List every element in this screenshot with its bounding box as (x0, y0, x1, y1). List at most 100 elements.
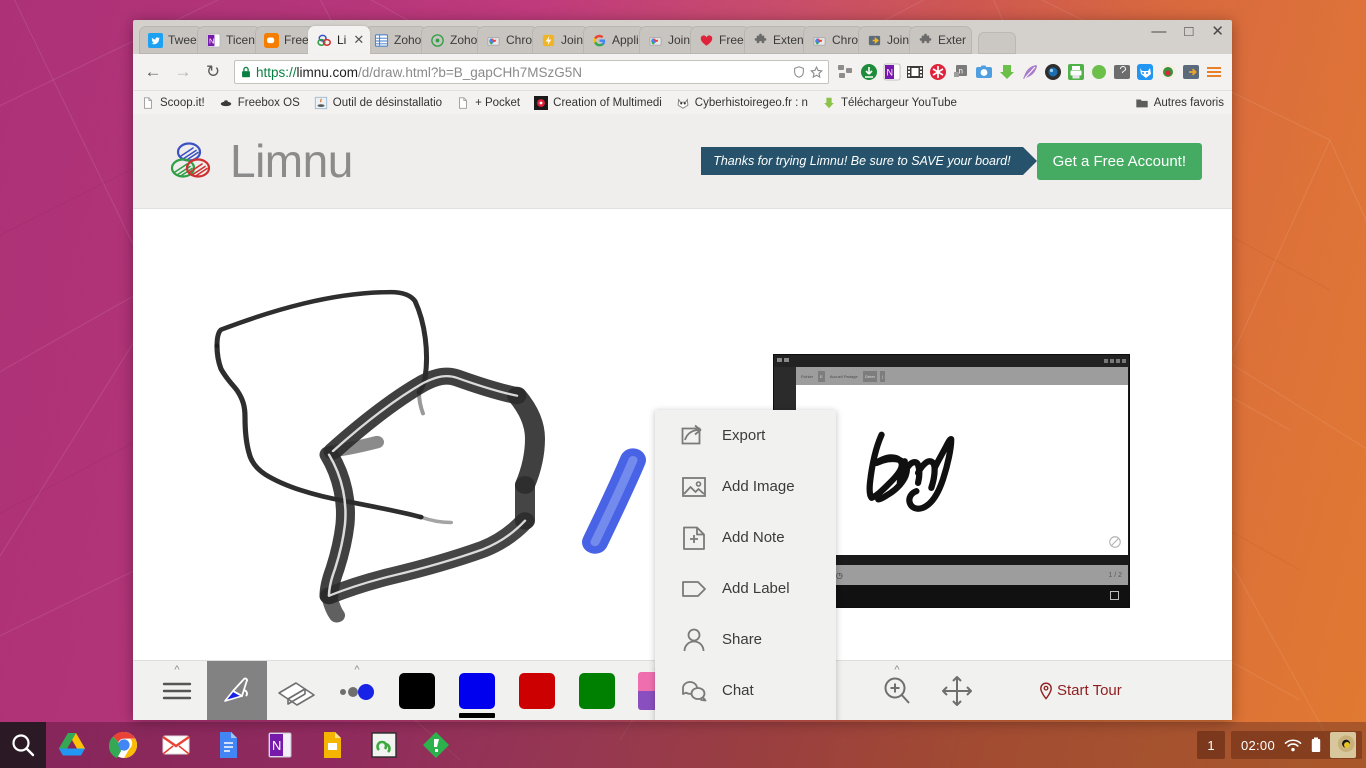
taskbar-google-drive[interactable] (46, 722, 98, 768)
minimize-button[interactable]: — (1151, 24, 1166, 39)
menu-item-add-note[interactable]: Add Note (655, 512, 836, 563)
battery-icon[interactable] (1311, 737, 1321, 753)
menu-icon[interactable] (1204, 62, 1224, 82)
reload-button[interactable]: ↻ (199, 58, 227, 86)
taskbar-google-slides[interactable] (306, 722, 358, 768)
taskbar-google-docs[interactable] (202, 722, 254, 768)
start-tour-button[interactable]: Start Tour (1039, 681, 1122, 700)
color-swatch[interactable] (579, 672, 615, 709)
taskbar-feedly[interactable] (410, 722, 462, 768)
color-black-button[interactable] (387, 661, 447, 721)
bookmark-item[interactable]: Creation of Multimedi (534, 95, 662, 110)
user-avatar[interactable] (1330, 732, 1356, 758)
avocode-icon[interactable] (1158, 62, 1178, 82)
tab-close-icon[interactable]: ✕ (354, 32, 365, 48)
browser-tab[interactable]: N Ticen (196, 26, 261, 54)
chevron-up-icon: ^ (174, 663, 180, 676)
browser-tab[interactable]: Twee (139, 26, 203, 54)
bookmark-item[interactable]: + Pocket (456, 96, 520, 110)
location-pin-icon (1040, 681, 1052, 700)
google-docs-icon (220, 732, 237, 758)
freebox-icon (220, 99, 231, 106)
browser-tab[interactable]: Exter (909, 26, 973, 54)
limnu-logo-text: Limnu (230, 135, 353, 187)
exit-door-icon[interactable] (1181, 62, 1201, 82)
pan-button[interactable] (927, 661, 987, 721)
bookmark-item[interactable]: Cyberhistoiregeo.fr : n (676, 96, 808, 110)
forward-button[interactable]: → (169, 58, 197, 86)
zoom-button[interactable]: ^ (867, 661, 927, 721)
feather-purple-icon[interactable] (1020, 62, 1040, 82)
browser-tab[interactable]: Free (254, 26, 315, 54)
menu-item-add-label[interactable]: Add Label (655, 563, 836, 614)
black-thick-stroke (319, 367, 545, 623)
browser-tab[interactable]: Appli (583, 26, 645, 54)
new-tab-button[interactable] (978, 32, 1017, 54)
svg-text:N: N (272, 738, 281, 753)
bookmark-item[interactable]: Freebox OS (219, 96, 300, 110)
download-arrow-green-icon[interactable] (997, 62, 1017, 82)
limnu-logo[interactable]: Limnu (165, 134, 353, 188)
taskbar-onenote[interactable]: N (254, 722, 306, 768)
onenote-icon[interactable]: N (882, 62, 902, 82)
color-swatch-selected[interactable] (459, 672, 495, 718)
bookmark-item[interactable]: Scoop.it! (141, 96, 205, 110)
brush-size-button[interactable]: ^ (327, 661, 387, 721)
get-free-account-button[interactable]: Get a Free Account! (1036, 142, 1202, 180)
wifi-icon[interactable] (1284, 738, 1302, 753)
camera-blue-icon[interactable] (974, 62, 994, 82)
maximize-button[interactable]: □ (1184, 24, 1193, 39)
taskbar-gmail[interactable] (150, 722, 202, 768)
other-bookmarks-folder[interactable]: Autres favoris (1135, 96, 1224, 110)
close-button[interactable]: ✕ (1211, 24, 1224, 39)
menu-item-share[interactable]: Share (655, 614, 836, 665)
hamburger-menu-button[interactable]: ^ (147, 661, 207, 721)
menu-item-add-image[interactable]: Add Image (655, 461, 836, 512)
browser-tab-active[interactable]: Li ✕ (308, 26, 371, 54)
menu-item-chat[interactable]: Chat (655, 665, 836, 716)
browser-tab[interactable]: Join (532, 26, 590, 54)
color-swatch[interactable] (399, 672, 435, 709)
color-red-button[interactable] (507, 661, 567, 721)
color-blue-button[interactable] (447, 661, 507, 721)
browser-tab[interactable]: Chro (477, 26, 539, 54)
shield-icon[interactable] (792, 65, 806, 79)
color-green-button[interactable] (567, 661, 627, 721)
browser-tab[interactable]: Free (689, 26, 750, 54)
browser-tab[interactable]: Join (638, 26, 696, 54)
note-gray-icon[interactable]: n (951, 62, 971, 82)
filmstrip-icon[interactable] (905, 62, 925, 82)
taskbar-google-chrome[interactable] (98, 722, 150, 768)
browser-tab[interactable]: Join (858, 26, 916, 54)
print-green-icon[interactable] (1066, 62, 1086, 82)
address-bar[interactable]: https://limnu.com/d/draw.html?b=B_gapCHh… (234, 60, 829, 84)
browser-tab[interactable]: Exten (743, 26, 810, 54)
eraser-tool-button[interactable] (267, 661, 327, 721)
browser-tab[interactable]: Chro (803, 26, 865, 54)
star-icon[interactable] (809, 65, 824, 80)
grid-icon[interactable] (836, 62, 856, 82)
limnu-icon (317, 34, 332, 46)
eraser-icon (278, 681, 315, 706)
download-green-icon[interactable] (859, 62, 879, 82)
camera-dark-icon[interactable] (1043, 62, 1063, 82)
color-swatch[interactable] (519, 672, 555, 709)
speech-gray-icon[interactable] (1112, 62, 1132, 82)
heart-icon (700, 34, 713, 46)
browser-tab[interactable]: Zoho (364, 26, 427, 54)
circle-green-icon[interactable] (1089, 62, 1109, 82)
taskbar-search-button[interactable] (0, 722, 46, 768)
bookmark-item[interactable]: Outil de désinstallatio (314, 96, 442, 110)
clock[interactable]: 02:00 (1241, 738, 1275, 753)
whiteboard-canvas[interactable]: Fichier E Accueil Partage Gérer | ◷ 1 / … (133, 210, 1232, 720)
asterisk-red-icon[interactable] (928, 62, 948, 82)
workspace-indicator[interactable]: 1 (1196, 731, 1225, 759)
menu-item-export[interactable]: Export (655, 410, 836, 461)
browser-tab[interactable]: Zoho (420, 26, 484, 54)
taskbar-sync-app[interactable] (358, 722, 410, 768)
bookmark-item[interactable]: Téléchargeur YouTube (822, 96, 957, 110)
fox-blue-icon[interactable] (1135, 62, 1155, 82)
tab-label: Exten (772, 33, 804, 47)
back-button[interactable]: ← (139, 58, 167, 86)
marker-tool-button[interactable] (207, 660, 267, 720)
